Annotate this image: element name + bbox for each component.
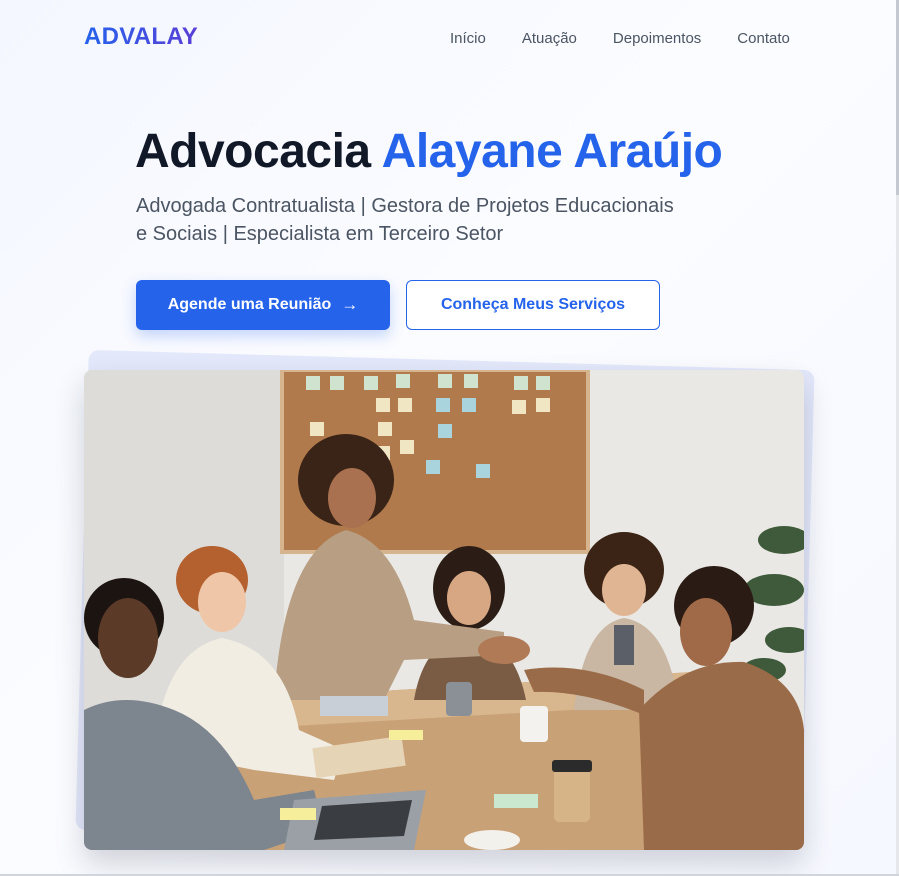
- hero-subtitle-line-2: e Sociais | Especialista em Terceiro Set…: [136, 223, 504, 245]
- schedule-meeting-button[interactable]: Agende uma Reunião →: [136, 280, 390, 330]
- brand-logo[interactable]: ADVALAY: [84, 23, 198, 51]
- site-header: ADVALAY Início Atuação Depoimentos Conta…: [0, 0, 899, 76]
- main-nav: Início Atuação Depoimentos Contato: [450, 30, 826, 47]
- hero-subtitle-line-1: Advogada Contratualista | Gestora de Pro…: [136, 195, 674, 217]
- nav-link-contato[interactable]: Contato: [737, 30, 790, 47]
- nav-link-inicio[interactable]: Início: [450, 30, 486, 47]
- hero-title-accent: Alayane Araújo: [381, 125, 723, 178]
- schedule-meeting-label: Agende uma Reunião: [167, 296, 332, 313]
- nav-link-atuacao[interactable]: Atuação: [522, 30, 577, 47]
- services-button[interactable]: Conheça Meus Serviços: [406, 280, 660, 330]
- hero-team-meeting-photo: [84, 370, 804, 850]
- hero-title-main: Advocacia: [135, 125, 382, 178]
- nav-link-depoimentos[interactable]: Depoimentos: [613, 30, 701, 47]
- hero-subtitle: Advogada Contratualista | Gestora de Pro…: [136, 192, 736, 248]
- arrow-right-icon: →: [341, 295, 359, 314]
- hero-title: Advocacia Alayane Araújo: [135, 124, 723, 179]
